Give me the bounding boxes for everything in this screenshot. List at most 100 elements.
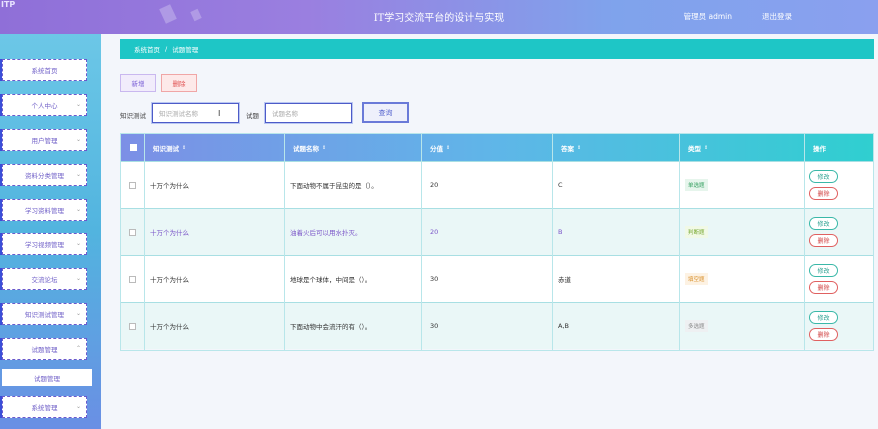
column-header-score[interactable]: 分值 ⇕: [421, 134, 552, 161]
sidebar-item-materials[interactable]: 学习资料管理 ⌄: [2, 199, 87, 221]
column-header-test[interactable]: 知识测试 ⇕: [144, 134, 284, 161]
sort-icon: ⇕: [704, 144, 709, 151]
sort-icon: ⇕: [322, 144, 327, 151]
row-checkbox[interactable]: [129, 181, 136, 189]
select-all-cell: [121, 134, 144, 161]
sidebar-item-profile[interactable]: 个人中心 ⌄: [2, 94, 87, 116]
table-row: 十万个为什么 油着火后可以用水扑灭。 20 B 判断题 修改 删除: [121, 208, 873, 255]
sidebar-item-system[interactable]: 系统管理 ⌄: [2, 396, 87, 418]
cell-score: 20: [430, 228, 439, 236]
edit-button[interactable]: 修改: [809, 217, 838, 230]
app-title: IT学习交流平台的设计与实现: [373, 13, 505, 24]
type-badge: 判断题: [685, 226, 708, 238]
sidebar-item-category[interactable]: 资料分类管理 ⌄: [2, 164, 87, 186]
question-name-input[interactable]: 试题名称: [265, 103, 352, 123]
row-checkbox-cell: [123, 162, 136, 208]
sidebar-subitem-questions[interactable]: 试题管理: [2, 369, 92, 386]
cell-test: 十万个为什么: [150, 276, 189, 284]
column-divider: [804, 134, 805, 350]
cell-test: 十万个为什么: [150, 182, 189, 190]
sidebar-item-label: 个人中心: [31, 102, 58, 110]
cell-question: 地球是个球体，中间是（）。: [290, 276, 372, 284]
search-label-question: 试题: [246, 112, 259, 120]
cell-score: 30: [430, 322, 439, 330]
row-delete-button[interactable]: 删除: [809, 328, 838, 341]
sidebar-item-users[interactable]: 用户管理 ⌄: [2, 129, 87, 151]
sidebar-item-home[interactable]: 系统首页: [2, 59, 87, 81]
chevron-down-icon: ⌄: [75, 101, 81, 108]
type-badge: 填空题: [685, 273, 708, 285]
app-logo: ITP: [1, 0, 16, 9]
column-header-actions: 操作: [804, 134, 873, 161]
search-label-test: 知识测试: [120, 112, 146, 120]
logout-link[interactable]: 退出登录: [762, 11, 792, 22]
test-name-input[interactable]: 知识测试名称: [152, 103, 239, 123]
sidebar-item-videos[interactable]: 学习视频管理 ⌄: [2, 233, 87, 255]
column-header-label: 类型: [688, 144, 701, 153]
column-header-answer[interactable]: 答案 ⇕: [552, 134, 679, 161]
sort-icon: ⇕: [182, 144, 187, 151]
row-delete-button[interactable]: 删除: [809, 187, 838, 200]
column-header-label: 试题名称: [293, 144, 319, 153]
chevron-down-icon: ⌄: [75, 403, 81, 410]
sidebar-item-label: 用户管理: [31, 137, 58, 145]
sidebar-item-label: 学习资料管理: [25, 207, 64, 215]
column-header-label: 答案: [561, 144, 574, 153]
sidebar-item-questions[interactable]: 试题管理 ⌃: [2, 338, 87, 360]
column-divider: [552, 134, 553, 350]
type-badge: 多选题: [685, 320, 708, 332]
sidebar-item-label: 知识测试管理: [25, 311, 64, 319]
cell-test: 十万个为什么: [150, 323, 189, 331]
delete-button[interactable]: 删除: [161, 74, 197, 92]
sidebar-item-forum[interactable]: 交流论坛 ⌄: [2, 268, 87, 290]
select-all-checkbox[interactable]: [130, 144, 137, 151]
cell-type: 单选题: [679, 162, 708, 208]
cell-question: 油着火后可以用水扑灭。: [290, 229, 362, 237]
column-header-question[interactable]: 试题名称 ⇕: [284, 134, 421, 161]
top-header: ITP IT学习交流平台的设计与实现 管理员 admin 退出登录: [0, 0, 878, 34]
chevron-down-icon: ⌄: [75, 206, 81, 213]
row-delete-button[interactable]: 删除: [809, 234, 838, 247]
edit-button[interactable]: 修改: [809, 264, 838, 277]
cell-type: 填空题: [679, 256, 708, 302]
breadcrumb-separator: /: [165, 45, 168, 53]
questions-table: 知识测试 ⇕ 试题名称 ⇕ 分值 ⇕ 答案 ⇕ 类型 ⇕ 操作 十万个为什么 下面动物不属…: [120, 133, 874, 351]
cell-type: 判断题: [679, 209, 708, 255]
type-badge: 单选题: [685, 179, 708, 191]
text-cursor-icon: I: [218, 109, 221, 118]
sort-icon: ⇕: [446, 144, 451, 151]
query-button[interactable]: 查询: [362, 102, 409, 123]
chevron-down-icon: ⌄: [75, 136, 81, 143]
column-header-label: 操作: [813, 144, 826, 153]
row-checkbox-cell: [123, 303, 136, 349]
chevron-up-icon: ⌃: [75, 345, 81, 352]
sidebar: 系统首页 个人中心 ⌄ 用户管理 ⌄ 资料分类管理 ⌄ 学习资料管理 ⌄ 学习视…: [0, 34, 101, 429]
breadcrumb-home[interactable]: 系统首页: [134, 44, 160, 54]
sidebar-subitem-label: 试题管理: [34, 374, 60, 383]
chevron-down-icon: ⌄: [75, 171, 81, 178]
sidebar-item-label: 系统首页: [31, 67, 58, 75]
cell-question: 下面动物中会流汗的有（）。: [290, 323, 372, 331]
column-divider: [284, 134, 285, 350]
row-delete-button[interactable]: 删除: [809, 281, 838, 294]
column-header-label: 分值: [430, 144, 443, 153]
row-checkbox[interactable]: [129, 228, 136, 236]
row-checkbox-cell: [123, 256, 136, 302]
row-checkbox[interactable]: [129, 322, 136, 330]
cell-score: 30: [430, 275, 439, 283]
table-row: 十万个为什么 下面动物不属于昆虫的是（）。 20 C 单选题 修改 删除: [121, 161, 873, 208]
edit-button[interactable]: 修改: [809, 311, 838, 324]
row-checkbox[interactable]: [129, 275, 136, 283]
column-header-type[interactable]: 类型 ⇕: [679, 134, 804, 161]
cell-test: 十万个为什么: [150, 229, 189, 237]
cell-score: 20: [430, 181, 439, 189]
edit-button[interactable]: 修改: [809, 170, 838, 183]
column-header-label: 知识测试: [153, 144, 179, 153]
cell-answer: C: [558, 181, 563, 189]
chevron-down-icon: ⌄: [75, 240, 81, 247]
add-button[interactable]: 新增: [120, 74, 156, 92]
chevron-down-icon: ⌄: [75, 275, 81, 282]
column-divider: [421, 134, 422, 350]
sidebar-item-tests[interactable]: 知识测试管理 ⌄: [2, 303, 87, 325]
table-row: 十万个为什么 下面动物中会流汗的有（）。 30 A,B 多选题 修改 删除: [121, 302, 873, 349]
